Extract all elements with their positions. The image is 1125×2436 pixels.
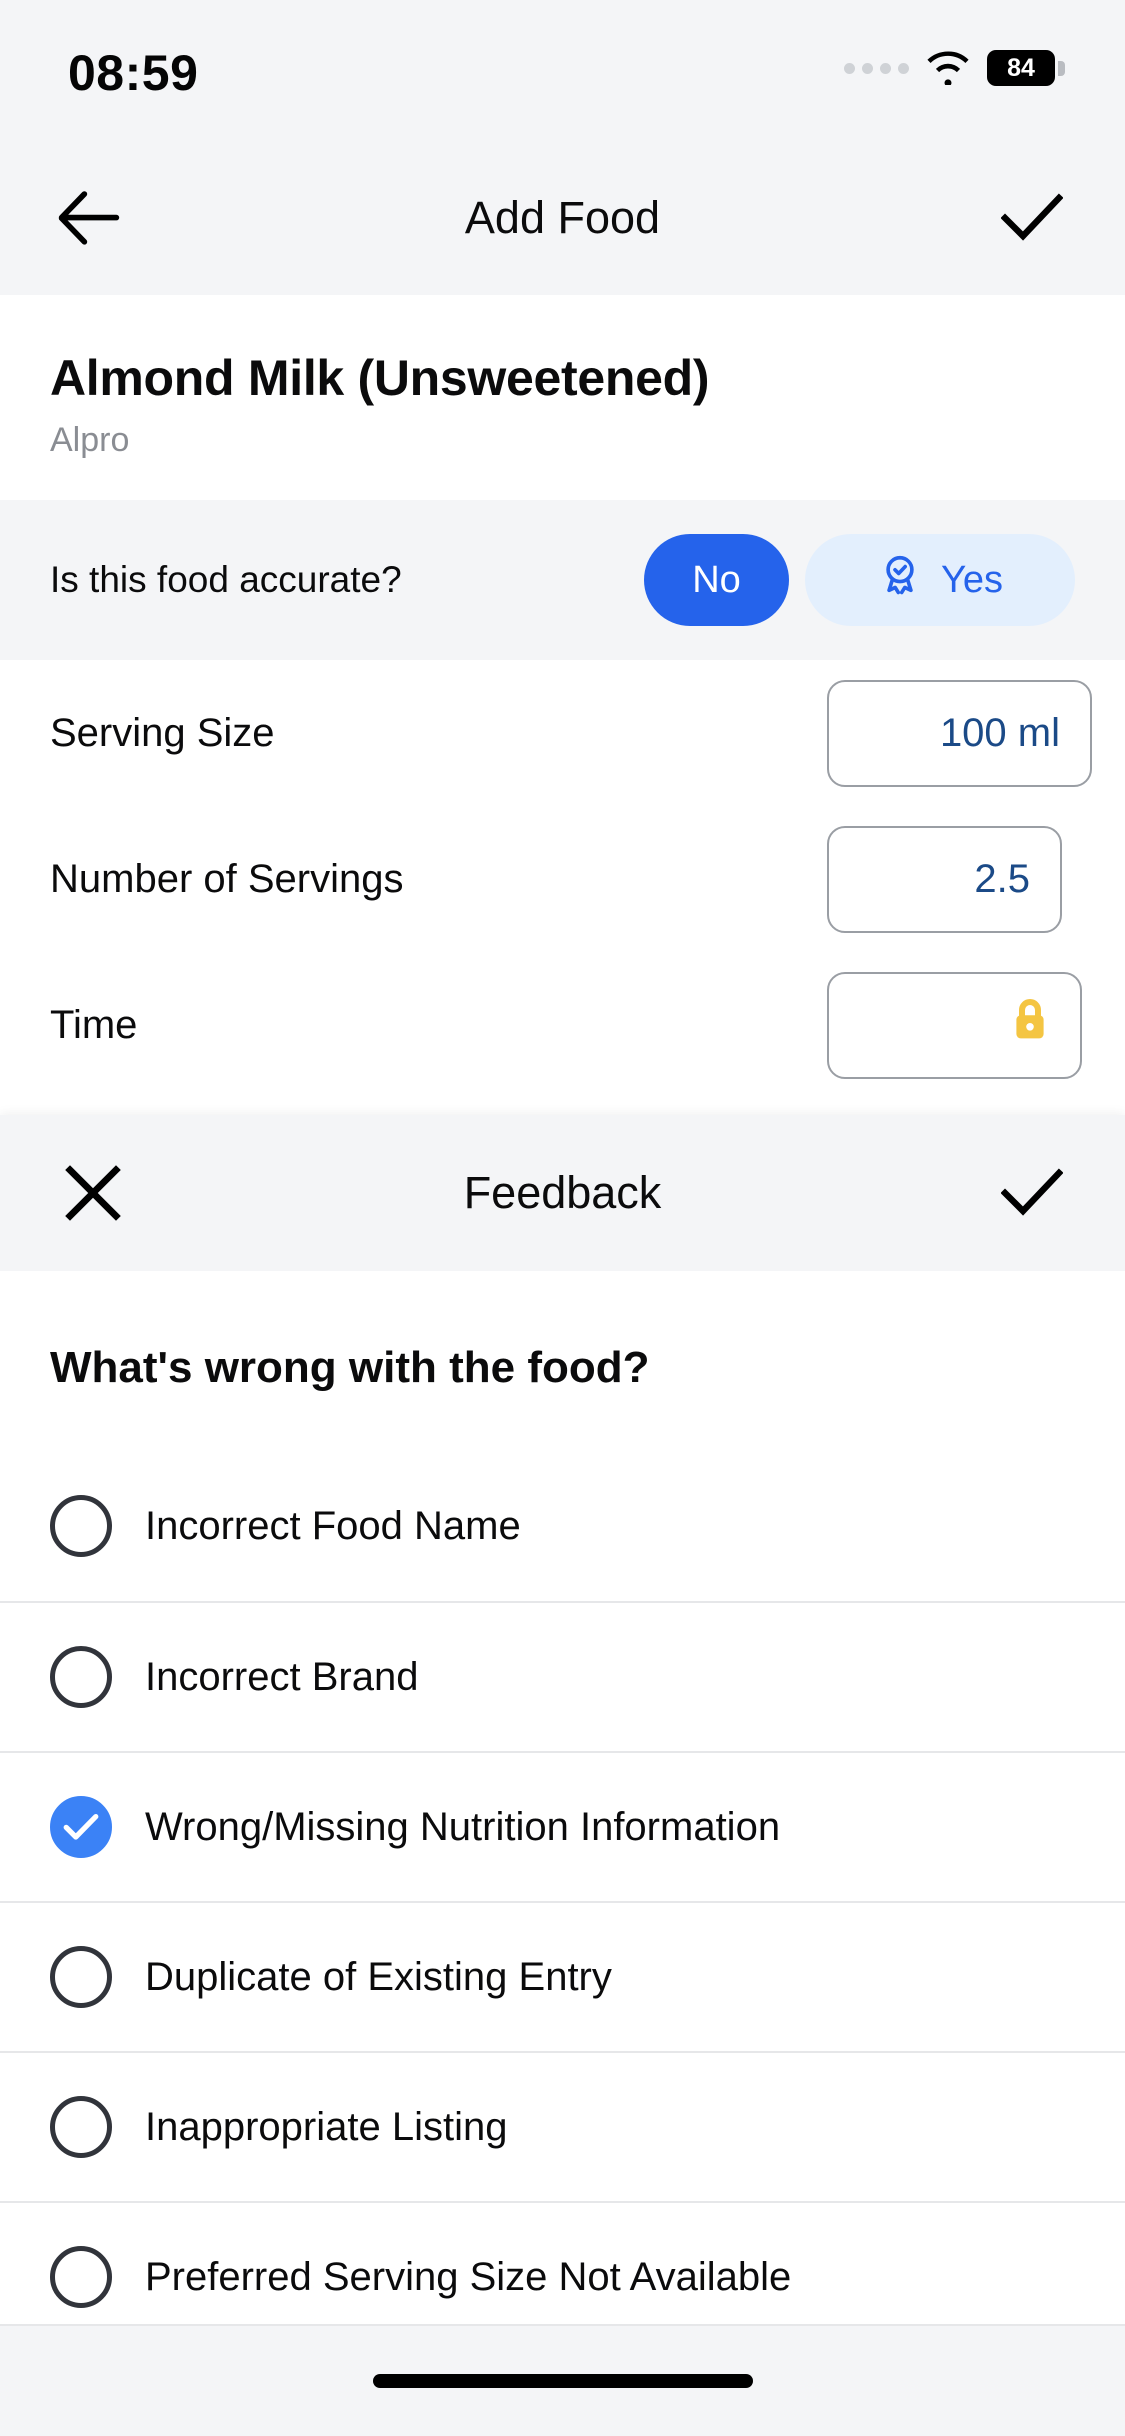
radio-unchecked-icon[interactable]: [50, 1495, 112, 1557]
radio-unchecked-icon[interactable]: [50, 1946, 112, 2008]
feedback-option-label: Duplicate of Existing Entry: [145, 1954, 612, 1999]
feedback-title: Feedback: [463, 1167, 662, 1218]
number-of-servings-label: Number of Servings: [50, 856, 404, 901]
feedback-sheet: Feedback What's wrong with the food? Inc…: [0, 1115, 1125, 2436]
back-arrow-icon: [58, 190, 120, 245]
feedback-option-incorrect-brand[interactable]: Incorrect Brand: [0, 1601, 1125, 1751]
checkmark-icon: [1001, 192, 1063, 241]
feedback-option-label: Inappropriate Listing: [145, 2104, 508, 2149]
number-of-servings-input[interactable]: 2.5: [827, 825, 1062, 933]
battery-cap: [1058, 60, 1065, 76]
feedback-submit-button[interactable]: [987, 1148, 1077, 1238]
accuracy-toggle-group: No Yes: [644, 534, 1075, 626]
checkmark-icon: [1001, 1168, 1063, 1216]
status-bar-time: 08:59: [68, 45, 199, 101]
food-header: Almond Milk (Unsweetened) Alpro: [0, 295, 1125, 500]
page-title: Add Food: [464, 191, 661, 243]
accuracy-yes-label: Yes: [941, 558, 1003, 601]
feedback-option-duplicate-of-existing-entry[interactable]: Duplicate of Existing Entry: [0, 1901, 1125, 2051]
feedback-option-label: Preferred Serving Size Not Available: [145, 2254, 792, 2299]
navigation-bar: Add Food: [0, 140, 1125, 295]
feedback-option-label: Incorrect Food Name: [145, 1503, 521, 1548]
app-screen: 08:59 84 Add Food Almond Milk (Unsweeten…: [0, 0, 1125, 2436]
confirm-button[interactable]: [987, 173, 1077, 263]
radio-checked-icon[interactable]: [50, 1796, 112, 1858]
status-bar: 08:59 84: [0, 0, 1125, 140]
form-row-time: Time: [0, 952, 1125, 1098]
accuracy-yes-button[interactable]: Yes: [805, 534, 1075, 626]
feedback-option-incorrect-food-name[interactable]: Incorrect Food Name: [0, 1451, 1125, 1601]
form-area: Serving Size 100 ml Number of Servings 2…: [0, 660, 1125, 1098]
feedback-close-button[interactable]: [48, 1148, 138, 1238]
home-indicator[interactable]: [372, 2374, 753, 2388]
accuracy-row: Is this food accurate? No Yes: [0, 500, 1125, 660]
form-row-number-of-servings: Number of Servings 2.5: [0, 806, 1125, 952]
verified-badge-icon: [877, 552, 923, 608]
wifi-icon: [926, 51, 970, 87]
signal-dots-icon: [844, 62, 909, 74]
time-label: Time: [50, 1002, 138, 1047]
battery-icon: 84: [987, 50, 1065, 86]
feedback-option-label: Incorrect Brand: [145, 1654, 419, 1699]
feedback-sheet-header: Feedback: [0, 1115, 1125, 1271]
feedback-question: What's wrong with the food?: [50, 1343, 650, 1392]
form-row-serving-size: Serving Size 100 ml: [0, 660, 1125, 806]
feedback-options-list: Incorrect Food Name Incorrect Brand Wron…: [0, 1451, 1125, 2351]
radio-unchecked-icon[interactable]: [50, 1646, 112, 1708]
battery-percent-label: 84: [987, 50, 1055, 86]
lock-icon: [1010, 996, 1050, 1054]
time-input[interactable]: [827, 971, 1082, 1079]
food-brand: Alpro: [50, 421, 130, 459]
serving-size-label: Serving Size: [50, 710, 275, 755]
status-bar-indicators: 84: [844, 50, 1065, 87]
food-name: Almond Milk (Unsweetened): [50, 350, 710, 406]
feedback-option-inappropriate-listing[interactable]: Inappropriate Listing: [0, 2051, 1125, 2201]
accuracy-question: Is this food accurate?: [50, 559, 402, 600]
home-indicator-bar: [0, 2324, 1125, 2436]
radio-unchecked-icon[interactable]: [50, 2246, 112, 2308]
close-x-icon: [65, 1165, 121, 1221]
accuracy-no-button[interactable]: No: [644, 534, 789, 626]
serving-size-input[interactable]: 100 ml: [827, 679, 1092, 787]
back-button[interactable]: [44, 173, 134, 263]
radio-unchecked-icon[interactable]: [50, 2096, 112, 2158]
feedback-option-wrong-missing-nutrition-information[interactable]: Wrong/Missing Nutrition Information: [0, 1751, 1125, 1901]
feedback-option-label: Wrong/Missing Nutrition Information: [145, 1804, 781, 1849]
